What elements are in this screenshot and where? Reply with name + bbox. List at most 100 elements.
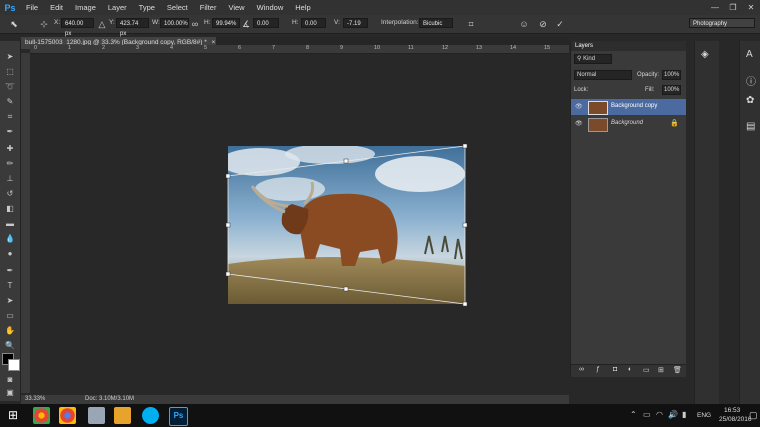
- pen-tool-icon[interactable]: ✒: [4, 265, 16, 277]
- gradient-icon[interactable]: ▬: [4, 218, 16, 230]
- explorer-icon[interactable]: [88, 407, 105, 424]
- blur-tool-icon[interactable]: 💧: [4, 233, 16, 245]
- shape-tool-icon[interactable]: ▭: [4, 310, 16, 322]
- skype-icon[interactable]: [142, 407, 159, 424]
- h-field[interactable]: 99.94%: [212, 18, 240, 28]
- layer-row-background-copy[interactable]: 👁 Background copy: [571, 99, 686, 115]
- menu-edit[interactable]: Edit: [44, 0, 69, 15]
- lasso-tool-icon[interactable]: ➰: [4, 81, 16, 93]
- move-tool-icon[interactable]: ➤: [4, 51, 16, 63]
- brush-tool-icon[interactable]: ✏: [4, 158, 16, 170]
- link-layers-icon[interactable]: ∞: [579, 366, 584, 373]
- history-brush-icon[interactable]: ↺: [4, 188, 16, 200]
- network-icon[interactable]: ▭: [643, 410, 651, 419]
- interpolation-select[interactable]: Bicubic: [419, 18, 453, 28]
- windows-start-icon[interactable]: ⊞: [8, 408, 18, 422]
- zoom-level[interactable]: 33.33%: [25, 396, 45, 402]
- quick-select-icon[interactable]: ✎: [4, 96, 16, 108]
- opacity-label: Opacity:: [637, 72, 660, 78]
- menu-file[interactable]: File: [20, 0, 44, 15]
- cancel-transform-icon[interactable]: ⊘: [537, 18, 549, 30]
- clock-date[interactable]: 25/08/2016: [719, 416, 752, 423]
- new-layer-icon[interactable]: ⊞: [658, 366, 664, 374]
- language-indicator[interactable]: ENG: [697, 412, 711, 419]
- fill-field[interactable]: 100%: [662, 85, 681, 95]
- battery-icon[interactable]: ▮: [682, 410, 686, 419]
- properties-panel-icon[interactable]: ▤: [746, 121, 755, 132]
- commit-transform-icon[interactable]: ✓: [554, 18, 566, 30]
- adjustment-icon[interactable]: ◐: [628, 366, 632, 373]
- kind-filter-select[interactable]: ⚲ Kind: [574, 54, 612, 64]
- eraser-icon[interactable]: ◧: [4, 203, 16, 215]
- volume-icon[interactable]: 🔊: [668, 410, 678, 419]
- reference-point-icon[interactable]: ⊹: [38, 18, 50, 30]
- notification-icon[interactable]: ▢: [749, 410, 758, 421]
- quick-mask-icon[interactable]: ◙: [4, 374, 16, 386]
- vskew-field[interactable]: -7.19: [343, 18, 368, 28]
- crop-tool-icon[interactable]: ⌗: [4, 111, 16, 123]
- dodge-tool-icon[interactable]: ●: [4, 248, 16, 260]
- link-icon[interactable]: ∞: [189, 18, 201, 30]
- visibility-eye-icon[interactable]: 👁: [575, 120, 583, 127]
- brush-panel-icon[interactable]: ✿: [746, 95, 754, 106]
- clock-time[interactable]: 16:53: [724, 407, 740, 414]
- workspace-select[interactable]: Photography: [689, 18, 755, 28]
- menu-filter[interactable]: Filter: [194, 0, 223, 15]
- triangle-icon[interactable]: △: [96, 18, 108, 30]
- menu-window[interactable]: Window: [251, 0, 290, 15]
- canvas-area[interactable]: [30, 54, 569, 393]
- layers-panel-title[interactable]: Layers: [575, 43, 593, 49]
- hand-tool-icon[interactable]: ✋: [4, 325, 16, 337]
- h-label: H:: [204, 19, 211, 26]
- close-window-button[interactable]: ✕: [742, 0, 760, 15]
- menu-type[interactable]: Type: [133, 0, 161, 15]
- wifi-icon[interactable]: ◠: [656, 410, 663, 419]
- restore-button[interactable]: ❐: [724, 0, 742, 15]
- transformed-image[interactable]: [30, 54, 569, 393]
- menu-help[interactable]: Help: [289, 0, 316, 15]
- zoom-tool-icon[interactable]: 🔍: [4, 340, 16, 352]
- tray-arrow-icon[interactable]: ⌃: [630, 410, 637, 419]
- menu-select[interactable]: Select: [161, 0, 194, 15]
- visibility-eye-icon[interactable]: 👁: [575, 103, 583, 110]
- puppet-icon[interactable]: ☺: [518, 18, 530, 30]
- background-color-swatch[interactable]: [8, 359, 20, 371]
- clone-stamp-icon[interactable]: ⊥: [4, 173, 16, 185]
- menu-view[interactable]: View: [222, 0, 250, 15]
- screen-mode-icon[interactable]: ▣: [4, 387, 16, 399]
- character-panel-icon[interactable]: A: [746, 49, 753, 60]
- w-field[interactable]: 100.00%: [160, 18, 189, 28]
- group-icon[interactable]: ▭: [643, 366, 650, 374]
- hskew-field[interactable]: 0.00: [301, 18, 326, 28]
- eyedropper-icon[interactable]: ✒: [4, 126, 16, 138]
- blend-mode-select[interactable]: Normal: [574, 70, 632, 80]
- x-field[interactable]: 640.00 px: [61, 18, 94, 37]
- media-player-icon[interactable]: [114, 407, 131, 424]
- opacity-field[interactable]: 100%: [662, 70, 681, 80]
- path-select-icon[interactable]: ➤: [4, 295, 16, 307]
- mask-icon[interactable]: ◘: [613, 366, 617, 373]
- layer-row-background[interactable]: 👁 Background 🔒: [571, 116, 686, 132]
- menu-image[interactable]: Image: [69, 0, 102, 15]
- minimize-button[interactable]: —: [706, 0, 724, 15]
- transform-tool-icon[interactable]: ⬉: [8, 18, 20, 30]
- layer-name[interactable]: Background: [611, 120, 643, 126]
- photoshop-taskbar-icon[interactable]: Ps: [169, 407, 188, 426]
- warp-icon[interactable]: ⌗: [465, 18, 477, 30]
- y-field[interactable]: 423.74 px: [116, 18, 149, 37]
- layers-footer: ∞ ƒ ◘ ◐ ▭ ⊞ 🗑: [571, 364, 686, 377]
- menu-layer[interactable]: Layer: [102, 0, 133, 15]
- marquee-tool-icon[interactable]: ⬚: [4, 66, 16, 78]
- type-tool-icon[interactable]: T: [4, 280, 16, 292]
- ruler-mark: 11: [408, 45, 414, 51]
- healing-brush-icon[interactable]: ✚: [4, 143, 16, 155]
- hskew-label: H:: [292, 19, 299, 26]
- angle-field[interactable]: 0.00: [253, 18, 279, 28]
- layers-panel-icon[interactable]: ◈: [701, 49, 709, 60]
- chrome-icon[interactable]: [33, 407, 50, 424]
- fx-icon[interactable]: ƒ: [596, 366, 600, 373]
- layer-name[interactable]: Background copy: [611, 103, 657, 109]
- chrome-icon-2[interactable]: [59, 407, 76, 424]
- info-panel-icon[interactable]: ⓘ: [746, 73, 756, 88]
- trash-icon[interactable]: 🗑: [673, 366, 682, 374]
